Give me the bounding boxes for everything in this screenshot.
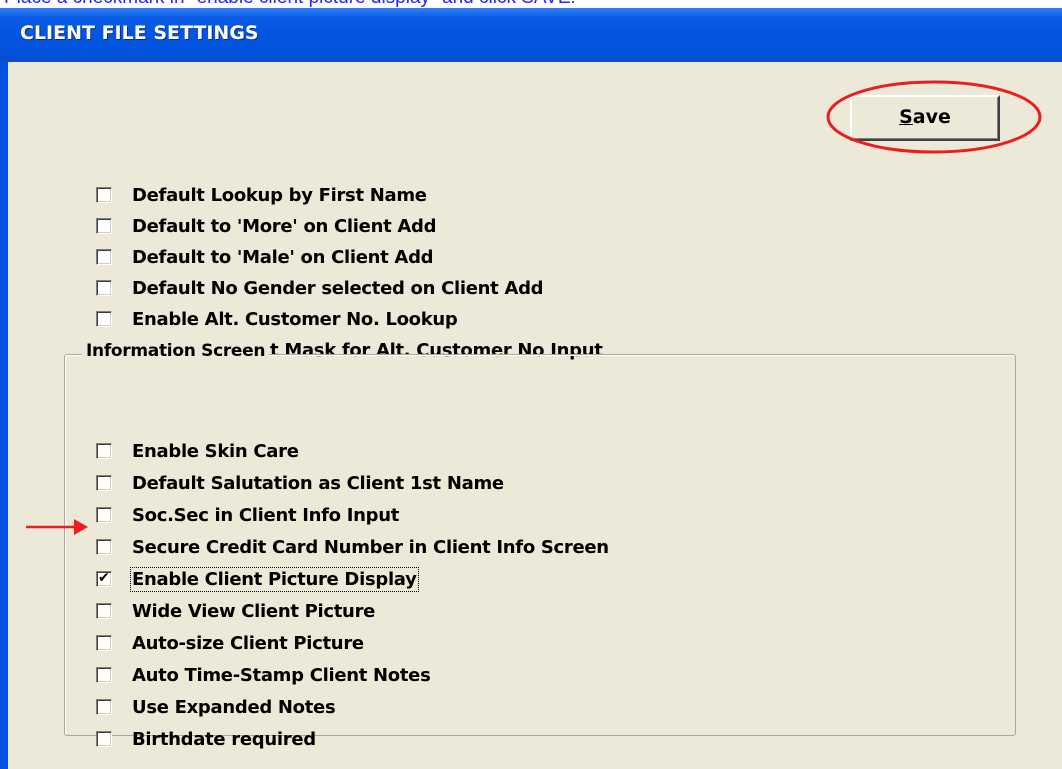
checkbox-use-expanded-notes[interactable]: Use Expanded Notes <box>96 694 336 720</box>
checkbox-default-salutation[interactable]: Default Salutation as Client 1st Name <box>96 470 504 496</box>
dialog-body: Default Lookup by First Name Default to … <box>8 62 1062 769</box>
checkbox-box[interactable] <box>96 635 112 651</box>
checkbox-label[interactable]: Auto-size Client Picture <box>132 633 364 654</box>
checkbox-box[interactable] <box>96 187 112 203</box>
checkbox-box[interactable]: ✔ <box>96 570 112 587</box>
checkbox-label[interactable]: Default to 'More' on Client Add <box>132 216 436 237</box>
checkbox-default-lookup-first-name[interactable]: Default Lookup by First Name <box>96 182 427 208</box>
checkbox-box[interactable] <box>96 218 112 234</box>
checkbox-box[interactable] <box>96 667 112 683</box>
checkbox-enable-client-picture[interactable]: ✔ Enable Client Picture Display <box>96 566 419 592</box>
checkbox-birthdate-required[interactable]: Birthdate required <box>96 726 316 752</box>
checkbox-box[interactable] <box>96 311 112 327</box>
checkbox-secure-credit-card[interactable]: Secure Credit Card Number in Client Info… <box>96 534 609 560</box>
checkbox-label[interactable]: Default Lookup by First Name <box>132 185 427 206</box>
checkbox-default-no-gender[interactable]: Default No Gender selected on Client Add <box>96 275 544 301</box>
checkbox-label[interactable]: Enable Skin Care <box>132 441 299 462</box>
checkbox-label[interactable]: Secure Credit Card Number in Client Info… <box>132 537 609 558</box>
checkbox-box[interactable] <box>96 249 112 265</box>
checkbox-enable-skin-care[interactable]: Enable Skin Care <box>96 438 299 464</box>
checkbox-auto-size-picture[interactable]: Auto-size Client Picture <box>96 630 364 656</box>
checkbox-label[interactable]: Default No Gender selected on Client Add <box>132 278 544 299</box>
checkbox-soc-sec[interactable]: Soc.Sec in Client Info Input <box>96 502 399 528</box>
checkbox-label[interactable]: Use Expanded Notes <box>132 697 336 718</box>
window-title: CLIENT FILE SETTINGS <box>20 22 259 44</box>
checkbox-wide-view-picture[interactable]: Wide View Client Picture <box>96 598 375 624</box>
checkbox-label[interactable]: Enable Client Picture Display <box>130 566 419 592</box>
checkbox-box[interactable] <box>96 507 112 523</box>
checkbox-box[interactable] <box>96 475 112 491</box>
tutorial-instruction: Place a checkmark in "enable client pict… <box>4 0 576 8</box>
checkbox-box[interactable] <box>96 731 112 747</box>
checkbox-label[interactable]: Enable Alt. Customer No. Lookup <box>132 309 458 330</box>
checkbox-box[interactable] <box>96 280 112 296</box>
checkbox-label[interactable]: Wide View Client Picture <box>132 601 375 622</box>
title-bar[interactable]: CLIENT FILE SETTINGS <box>0 8 1062 62</box>
checkbox-label[interactable]: Default to 'Male' on Client Add <box>132 247 434 268</box>
checkmark-icon: ✔ <box>98 570 110 586</box>
checkbox-label[interactable]: Auto Time-Stamp Client Notes <box>132 665 431 686</box>
save-button-accelerator: S <box>899 106 913 128</box>
checkbox-label[interactable]: Soc.Sec in Client Info Input <box>132 505 399 526</box>
checkbox-default-more-client-add[interactable]: Default to 'More' on Client Add <box>96 213 436 239</box>
checkbox-box[interactable] <box>96 539 112 555</box>
checkbox-label[interactable]: Default Salutation as Client 1st Name <box>132 473 504 494</box>
checkbox-box[interactable] <box>96 443 112 459</box>
checkbox-box[interactable] <box>96 699 112 715</box>
save-button[interactable]: Save <box>850 95 1000 141</box>
checkbox-label[interactable]: Birthdate required <box>132 729 316 750</box>
information-screen-caption: Information Screen <box>82 341 270 361</box>
checkbox-default-male-client-add[interactable]: Default to 'Male' on Client Add <box>96 244 434 270</box>
checkbox-enable-alt-customer-lookup[interactable]: Enable Alt. Customer No. Lookup <box>96 306 458 332</box>
checkbox-auto-time-stamp[interactable]: Auto Time-Stamp Client Notes <box>96 662 431 688</box>
checkbox-box[interactable] <box>96 603 112 619</box>
save-button-label: ave <box>912 106 951 128</box>
